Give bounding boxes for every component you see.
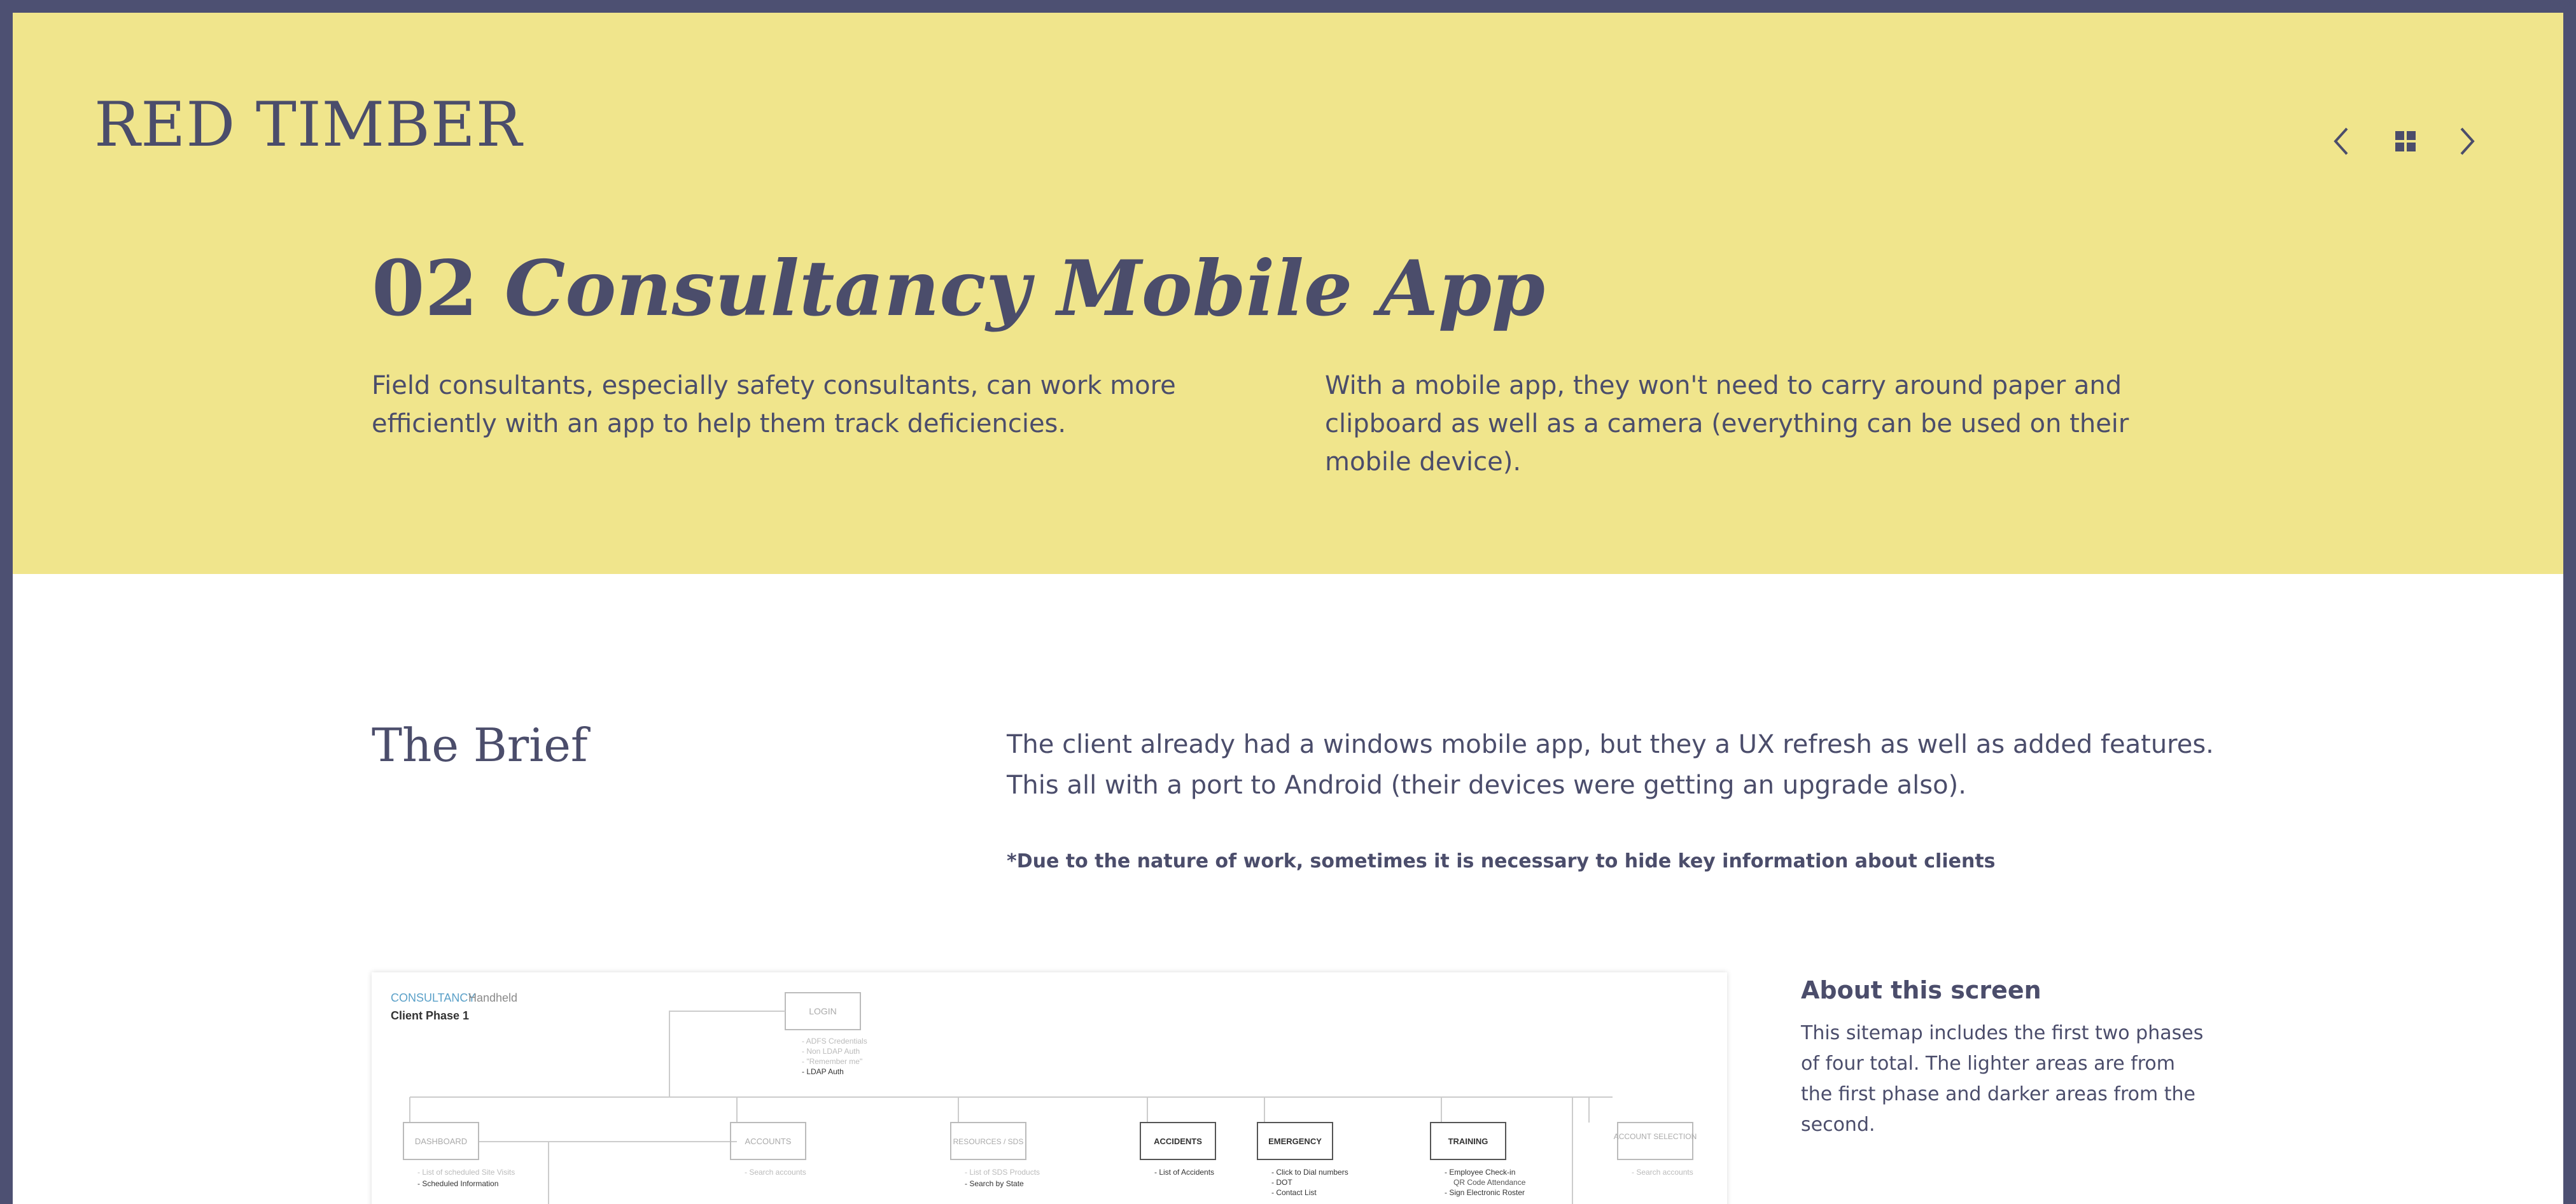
sitemap-node-item: - Employee Check-in [1445, 1168, 1515, 1177]
sitemap-diagram: CONSULTANCY Handheld Client Phase 1 LOGI… [391, 991, 1697, 1204]
all-projects-button[interactable] [2386, 122, 2425, 160]
sitemap-node-item: - Scheduled Information [417, 1179, 498, 1188]
sitemap-node-item: - Sign Electronic Roster [1445, 1188, 1525, 1197]
about-screen-heading: About this screen [1801, 976, 2041, 1004]
sitemap-node-item: - Search by State [965, 1179, 1024, 1188]
grid-icon [2395, 131, 2416, 151]
sitemap-node-label: ACCOUNTS [745, 1137, 792, 1146]
login-item: - LDAP Auth [802, 1067, 844, 1076]
project-intro-left: Field consultants, especially safety con… [372, 371, 1176, 438]
sitemap-node-item: - List of Accidents [1154, 1168, 1214, 1177]
about-screen-text: This sitemap includes the first two phas… [1801, 1022, 2204, 1136]
sitemap-node-label: ACCIDENTS [1154, 1137, 1202, 1146]
brief-heading: The Brief [372, 718, 588, 772]
project-title: 02 Consultancy Mobile App [372, 247, 1545, 331]
sitemap-node-item: - Search accounts [1632, 1168, 1693, 1177]
site-logo[interactable]: RED TIMBER [94, 94, 522, 155]
next-project-button[interactable] [2447, 122, 2486, 160]
sitemap-node-item: - DOT [1271, 1178, 1292, 1187]
sitemap-node-item: - List of scheduled Site Visits [417, 1168, 515, 1177]
sitemap-node-item: QR Code Attendance [1453, 1178, 1526, 1187]
prev-project-button[interactable] [2323, 122, 2361, 160]
chevron-right-icon [2460, 127, 2475, 155]
page-frame: RED TIMBER 02 Consultancy Mobile App Fie… [13, 13, 2563, 1204]
login-item: - Non LDAP Auth [802, 1047, 860, 1056]
sitemap-node-item: - Contact List [1271, 1188, 1317, 1197]
sitemap-node-item: - Search accounts [745, 1168, 806, 1177]
project-intro-right: With a mobile app, they won't need to ca… [1325, 371, 2129, 477]
login-item: - "Remember me" [802, 1057, 862, 1066]
sitemap-node-label: ACCOUNT SELECTION [1614, 1132, 1697, 1141]
sitemap-node [1617, 1122, 1693, 1160]
sitemap-node-label: EMERGENCY [1268, 1137, 1322, 1146]
sitemap-node-label: TRAINING [1448, 1137, 1488, 1146]
brief-text: The client already had a windows mobile … [1007, 730, 2214, 800]
sitemap-image: CONSULTANCY Handheld Client Phase 1 LOGI… [372, 972, 1727, 1204]
sitemap-node-label: DASHBOARD [415, 1137, 467, 1146]
sitemap-node-item: - Click to Dial numbers [1271, 1168, 1348, 1177]
project-number: 02 [372, 244, 478, 333]
brief-disclaimer: *Due to the nature of work, sometimes it… [1007, 850, 1996, 872]
sitemap-product: Handheld [468, 991, 517, 1004]
hero-section: RED TIMBER 02 Consultancy Mobile App Fie… [13, 13, 2563, 574]
login-item: - ADFS Credentials [802, 1037, 867, 1046]
login-label: LOGIN [809, 1006, 837, 1016]
sitemap-node-label: RESOURCES / SDS [953, 1137, 1024, 1146]
sitemap-brand: CONSULTANCY [391, 991, 475, 1004]
sitemap-phase: Client Phase 1 [391, 1009, 469, 1022]
project-name: Consultancy Mobile App [504, 244, 1545, 333]
sitemap-node-item: - List of SDS Products [965, 1168, 1040, 1177]
chevron-left-icon [2334, 127, 2348, 155]
